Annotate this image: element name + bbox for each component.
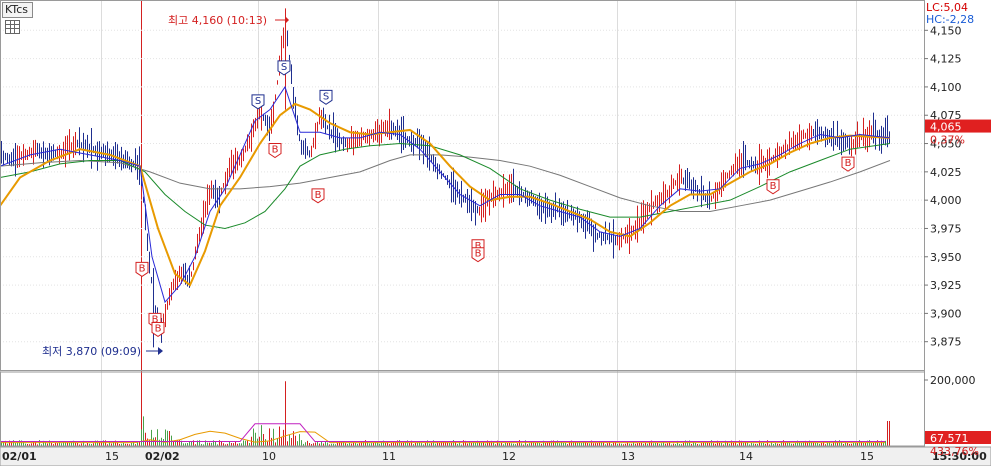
volume-max-label: 200,000	[930, 374, 976, 387]
price-tick-label: 3,900	[930, 307, 962, 320]
buy-signal-marker-letter: B	[475, 249, 482, 260]
time-label: 02/01	[2, 450, 37, 463]
sell-signal-marker-letter: S	[255, 96, 261, 107]
price-tick-label: 4,100	[930, 81, 962, 94]
time-label: 15	[860, 450, 874, 463]
price-tick-label: 4,125	[930, 53, 962, 66]
sell-signal-marker-letter: S	[323, 91, 329, 102]
chart-canvas[interactable]: BBBBBBBBBSSS최고 4,160 (10:13)최저 3,870 (09…	[0, 0, 991, 466]
symbol-tag[interactable]: KTcs	[2, 2, 33, 18]
sell-signal-marker-letter: S	[281, 62, 287, 73]
current-change-label: 0,37%	[930, 134, 965, 147]
time-label: 11	[382, 450, 396, 463]
buy-signal-marker-letter: B	[770, 181, 777, 192]
price-tick-label: 4,025	[930, 166, 962, 179]
current-ratio-label: 433,76%	[930, 445, 979, 458]
time-label: 10	[262, 450, 276, 463]
symbol-tag-text: KTcs	[5, 3, 28, 16]
time-label: 02/02	[145, 450, 180, 463]
price-tick-label: 3,950	[930, 251, 962, 264]
price-tick-label: 3,975	[930, 222, 962, 235]
time-label: 12	[502, 450, 516, 463]
time-label: 14	[739, 450, 753, 463]
time-label: 13	[621, 450, 635, 463]
buy-signal-marker-letter: B	[155, 323, 162, 334]
price-tick-label: 3,925	[930, 279, 962, 292]
buy-signal-marker-letter: B	[272, 145, 279, 156]
buy-signal-marker-letter: B	[315, 190, 322, 201]
buy-signal-marker-letter: B	[845, 158, 852, 169]
price-tick-label: 4,150	[930, 24, 962, 37]
time-label: 15	[105, 450, 119, 463]
price-tick-label: 3,875	[930, 336, 962, 349]
price-tick-label: 4,000	[930, 194, 962, 207]
current-price-label: 4,065	[930, 121, 962, 134]
buy-signal-marker-letter: B	[139, 263, 146, 274]
hc-indicator: HC:-2,28	[926, 13, 975, 26]
current-volume-label: 67,571	[930, 432, 969, 445]
grid-icon[interactable]	[5, 20, 20, 34]
low-annotation: 최저 3,870 (09:09)	[42, 345, 141, 358]
high-annotation: 최고 4,160 (10:13)	[168, 14, 267, 27]
